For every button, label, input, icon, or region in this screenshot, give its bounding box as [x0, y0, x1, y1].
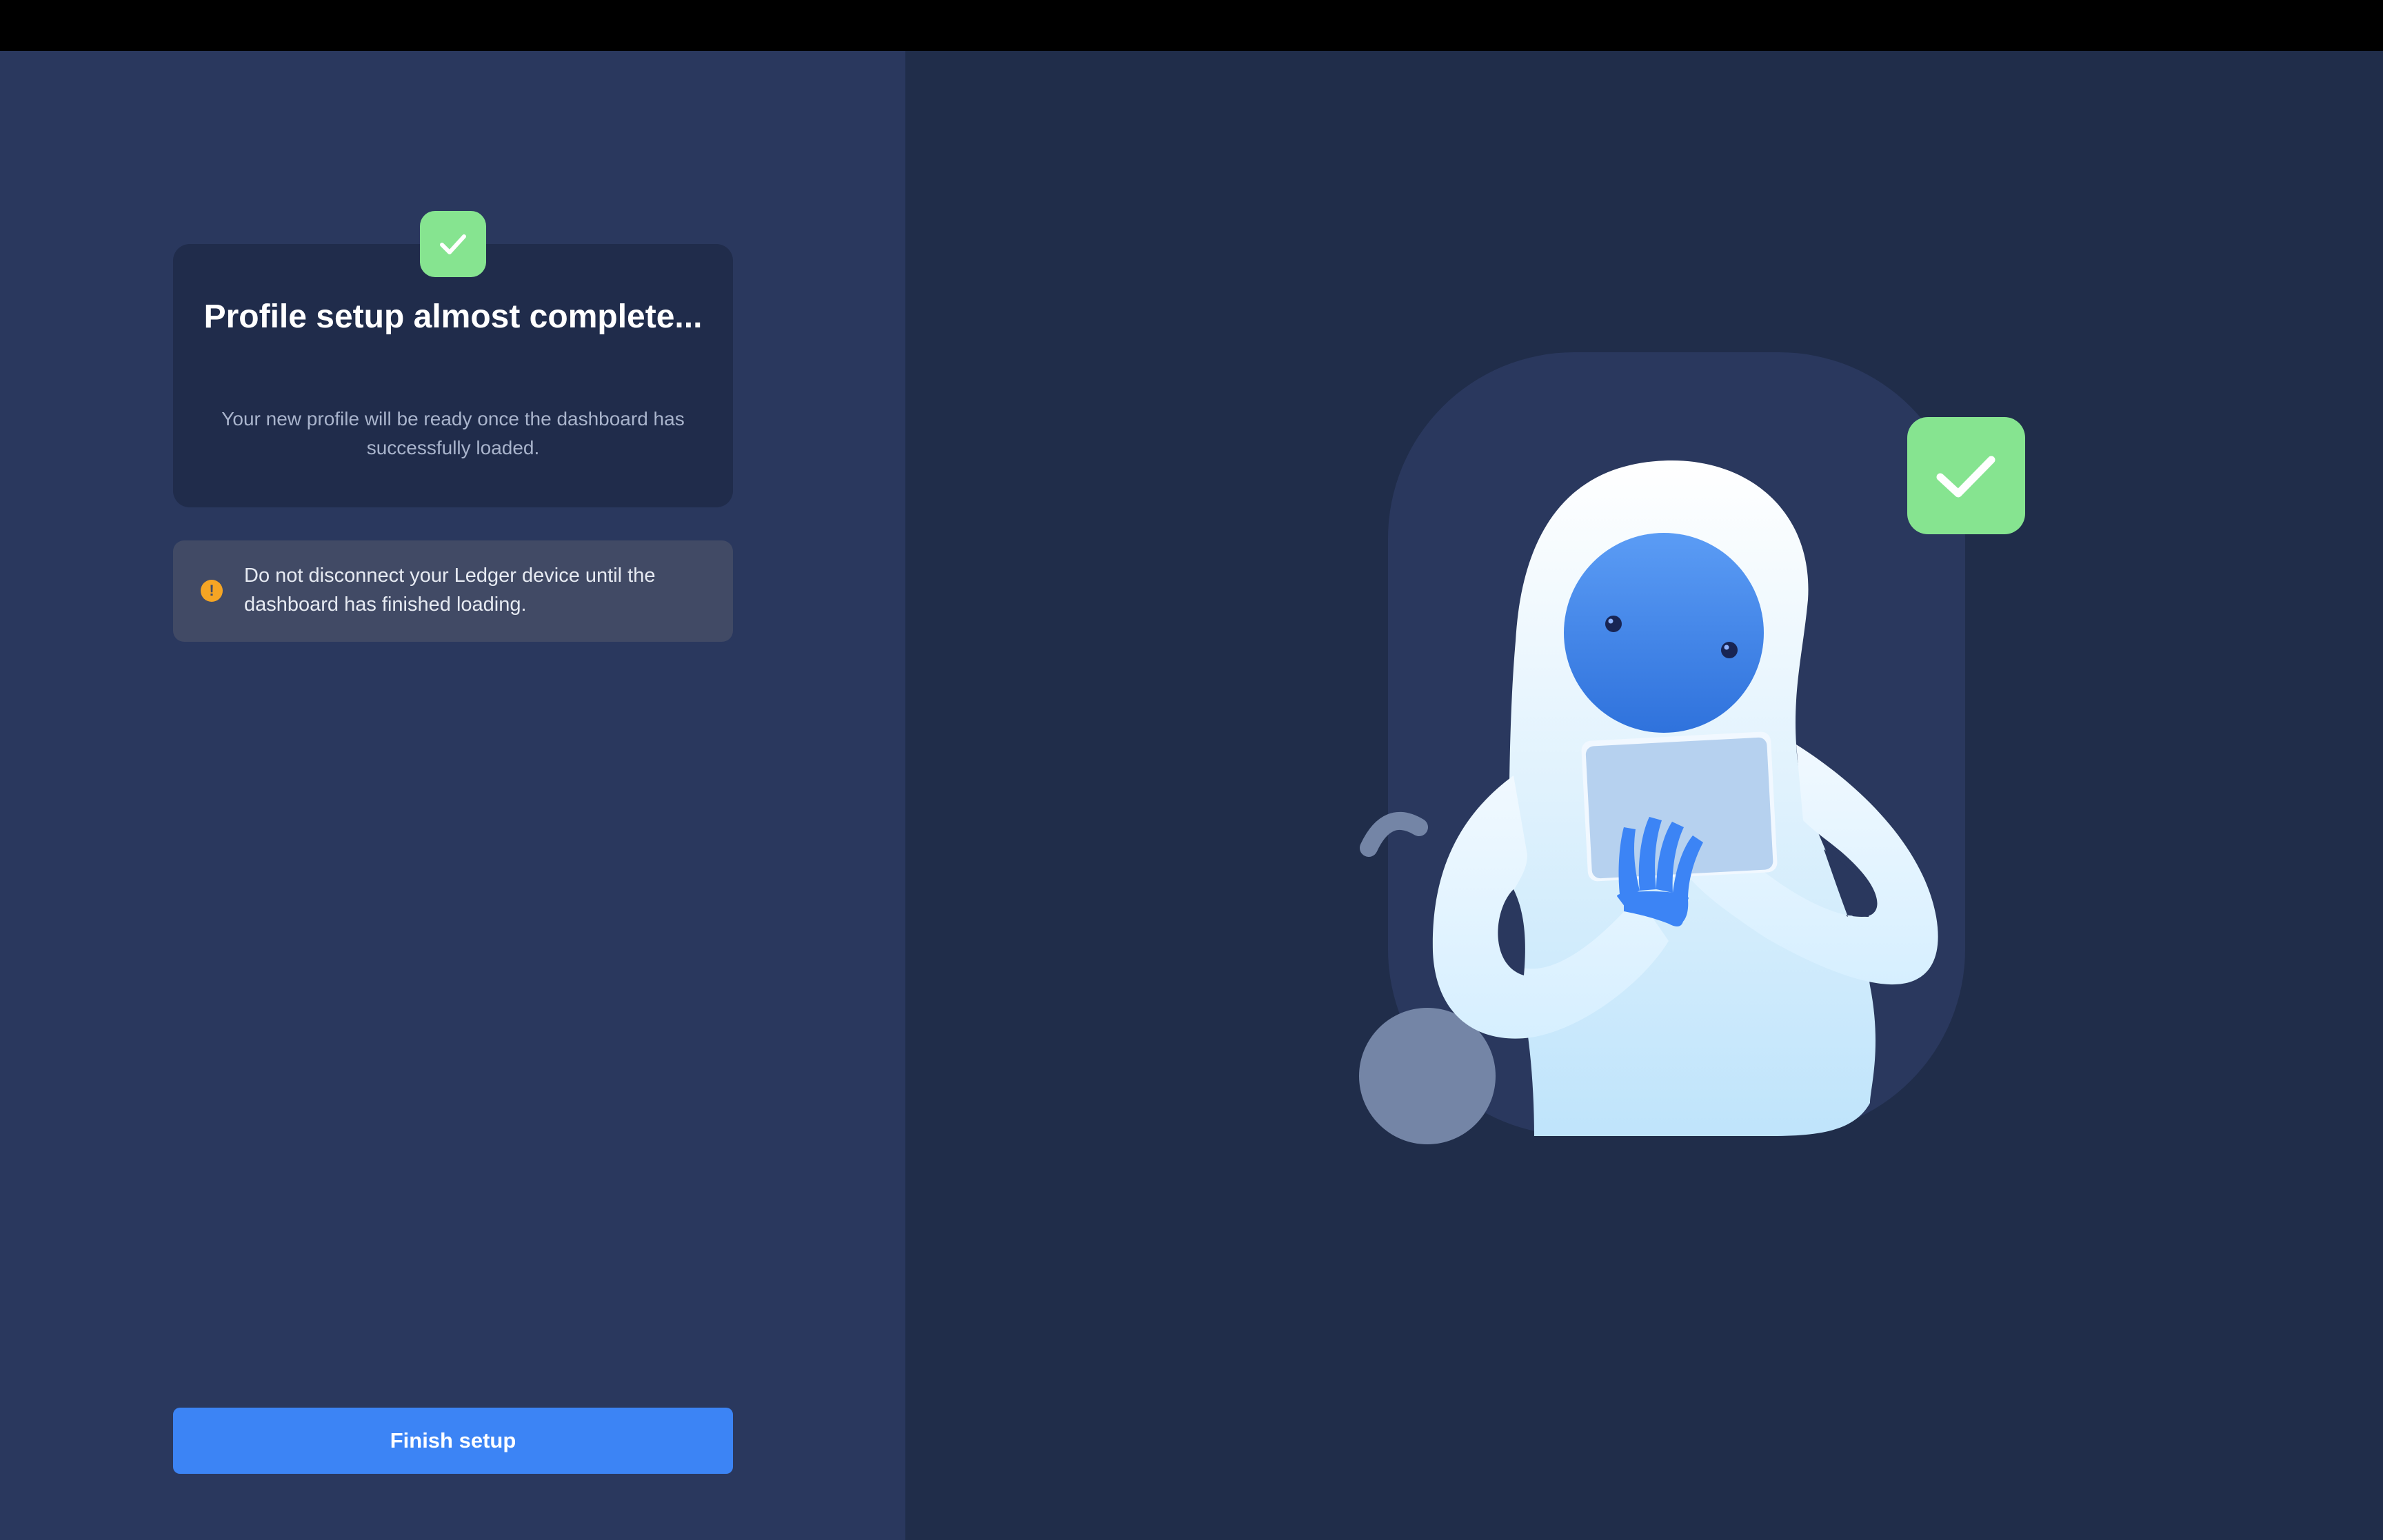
finish-setup-button[interactable]: Finish setup [173, 1408, 733, 1474]
window-titlebar [0, 0, 2383, 51]
warning-icon: ! [201, 580, 223, 602]
status-title: Profile setup almost complete... [203, 298, 703, 335]
illustration-check-badge [1907, 417, 2025, 534]
astronaut-face [1564, 533, 1764, 733]
status-card [173, 244, 733, 507]
astronaut-eye-left [1605, 616, 1622, 632]
check-icon [440, 234, 466, 254]
check-badge [420, 211, 486, 277]
warning-text: Do not disconnect your Ledger device unt… [244, 565, 656, 616]
astronaut-tablet [1581, 731, 1778, 882]
status-description: Your new profile will be ready once the … [221, 408, 685, 458]
astronaut-illustration [1359, 352, 2025, 1144]
astronaut-eye-right [1721, 642, 1738, 658]
